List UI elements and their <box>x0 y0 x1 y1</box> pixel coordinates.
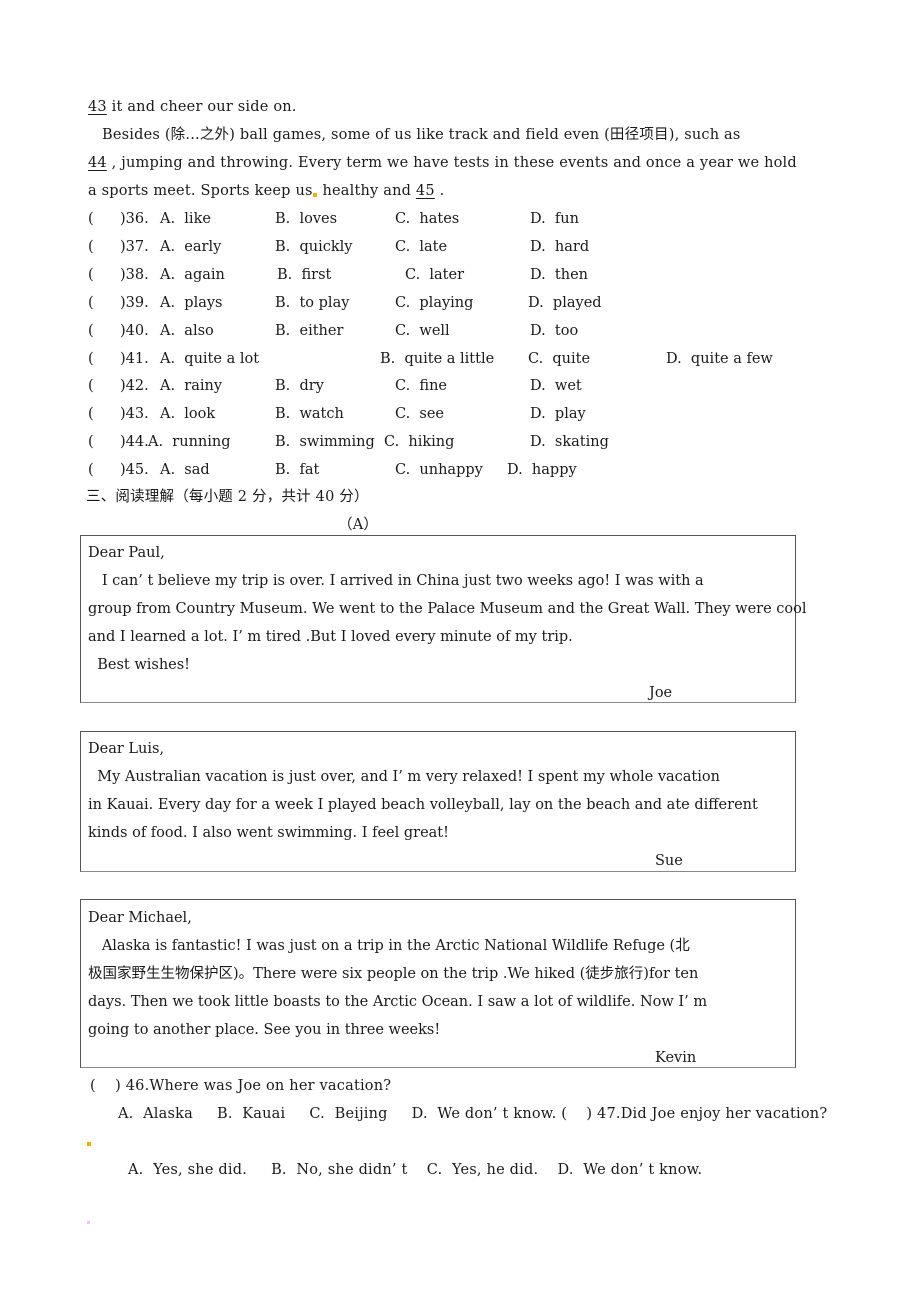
option-b: B. to play <box>275 295 350 311</box>
letter-box-kevin: Dear Michael, Alaska is fantastic! I was… <box>80 899 796 1068</box>
answer-paren[interactable]: ( <box>88 322 94 340</box>
letter-greeting: Dear Luis, <box>88 741 165 757</box>
question-number: )43. <box>120 406 149 422</box>
passage-line-3: 44 , jumping and throwing. Every term we… <box>88 155 797 171</box>
option-d: D. hard <box>530 239 590 255</box>
option-c: C. well <box>395 323 450 339</box>
letter-line: kinds of food. I also went swimming. I f… <box>88 825 449 841</box>
answer-paren[interactable]: ( <box>88 294 94 312</box>
passage-line-1: 43 it and cheer our side on. <box>88 99 297 115</box>
option-b: B. either <box>275 323 344 339</box>
option-a: A. sad <box>160 462 210 478</box>
option-b: B. loves <box>275 211 338 227</box>
letter-line: Best wishes! <box>88 657 191 673</box>
option-c: C. hates <box>395 211 460 227</box>
question-number: )42. <box>120 378 149 394</box>
option-c: C. unhappy <box>395 462 483 478</box>
section-heading: 三、阅读理解（每小题 2 分，共计 40 分） <box>86 489 369 505</box>
option-b: B. quite a little <box>380 351 495 367</box>
option-d: D. skating <box>530 434 609 450</box>
option-d: D. quite a few <box>666 351 773 367</box>
letter-line: group from Country Museum. We went to th… <box>88 601 807 617</box>
passage-label: （A） <box>338 517 379 533</box>
option-d: D. play <box>530 406 586 422</box>
option-d: D. too <box>530 323 579 339</box>
letter-greeting: Dear Paul, <box>88 545 165 561</box>
question-number: )37. <box>120 239 149 255</box>
question-46-options: A. Alaska B. Kauai C. Beijing D. We don’… <box>118 1106 828 1122</box>
letter-line: Alaska is fantastic! I was just on a tri… <box>88 938 690 954</box>
question-number: )38. <box>120 267 149 283</box>
option-b: B. first <box>277 267 332 283</box>
option-c: C. late <box>395 239 448 255</box>
blank-45: 45 <box>415 183 435 199</box>
option-c: C. later <box>405 267 465 283</box>
question-number: )39. <box>120 295 149 311</box>
option-d: D. played <box>528 295 602 311</box>
stray-mark <box>87 1221 90 1224</box>
option-c: C. fine <box>395 378 447 394</box>
option-d: D. then <box>530 267 589 283</box>
option-a: A. rainy <box>160 378 223 394</box>
exam-page: 43 it and cheer our side on. Besides (除.… <box>0 0 920 1302</box>
option-c: C. quite <box>528 351 591 367</box>
option-c: C. hiking <box>384 434 455 450</box>
option-a: A. running <box>148 434 231 450</box>
question-number: )36. <box>120 211 149 227</box>
passage-line-4: a sports meet. Sports keep us healthy an… <box>88 183 445 199</box>
letter-line: I can’ t believe my trip is over. I arri… <box>88 573 704 589</box>
question-number: )44. <box>120 434 149 450</box>
question-47-options: A. Yes, she did. B. No, she didn’ t C. Y… <box>128 1162 703 1178</box>
option-a: A. like <box>160 211 211 227</box>
letter-signature: Joe <box>649 685 673 701</box>
option-b: B. dry <box>275 378 324 394</box>
cursor-mark <box>312 193 317 197</box>
option-b: B. swimming <box>275 434 375 450</box>
answer-paren[interactable]: ( <box>88 433 94 451</box>
letter-box-sue: Dear Luis, My Australian vacation is jus… <box>80 731 796 872</box>
answer-paren[interactable]: ( <box>88 266 94 284</box>
blank-43: 43 <box>88 99 107 115</box>
passage-line-2: Besides (除...之外) ball games, some of us … <box>102 127 741 143</box>
option-d: D. happy <box>507 462 577 478</box>
letter-line: 极国家野生生物保护区)。There were six people on the… <box>88 966 699 982</box>
question-number: )45. <box>120 462 149 478</box>
letter-line: and I learned a lot. I’ m tired .But I l… <box>88 629 573 645</box>
option-b: B. watch <box>275 406 344 422</box>
option-a: A. also <box>160 323 214 339</box>
question-number: )41. <box>120 351 149 367</box>
option-a: A. look <box>160 406 216 422</box>
letter-greeting: Dear Michael, <box>88 910 192 926</box>
option-c: C. playing <box>395 295 474 311</box>
answer-paren[interactable]: ( <box>88 405 94 423</box>
answer-paren[interactable]: ( <box>88 461 94 479</box>
answer-paren[interactable]: ( <box>88 350 94 368</box>
letter-box-joe: Dear Paul, I can’ t believe my trip is o… <box>80 535 807 703</box>
answer-paren[interactable]: ( <box>88 210 94 228</box>
letter-line: going to another place. See you in three… <box>88 1022 441 1038</box>
answer-paren[interactable]: ( <box>88 238 94 256</box>
letter-signature: Sue <box>655 853 683 869</box>
option-a: A. quite a lot <box>160 351 260 367</box>
option-d: D. fun <box>530 211 579 227</box>
letter-line: My Australian vacation is just over, and… <box>88 769 720 785</box>
option-b: B. quickly <box>275 239 353 255</box>
option-a: A. plays <box>160 295 223 311</box>
option-a: A. early <box>160 239 222 255</box>
letter-signature: Kevin <box>655 1050 697 1066</box>
letter-line: in Kauai. Every day for a week I played … <box>88 797 758 813</box>
option-a: A. again <box>160 267 225 283</box>
letter-line: days. Then we took little boasts to the … <box>88 994 708 1010</box>
question-46: ( ) 46.Where was Joe on her vacation? <box>90 1078 392 1094</box>
option-c: C. see <box>395 406 445 422</box>
option-b: B. fat <box>275 462 320 478</box>
blank-44: 44 <box>88 155 107 171</box>
cursor-mark <box>87 1142 91 1146</box>
answer-paren[interactable]: ( <box>88 377 94 395</box>
option-d: D. wet <box>530 378 582 394</box>
question-number: )40. <box>120 323 149 339</box>
